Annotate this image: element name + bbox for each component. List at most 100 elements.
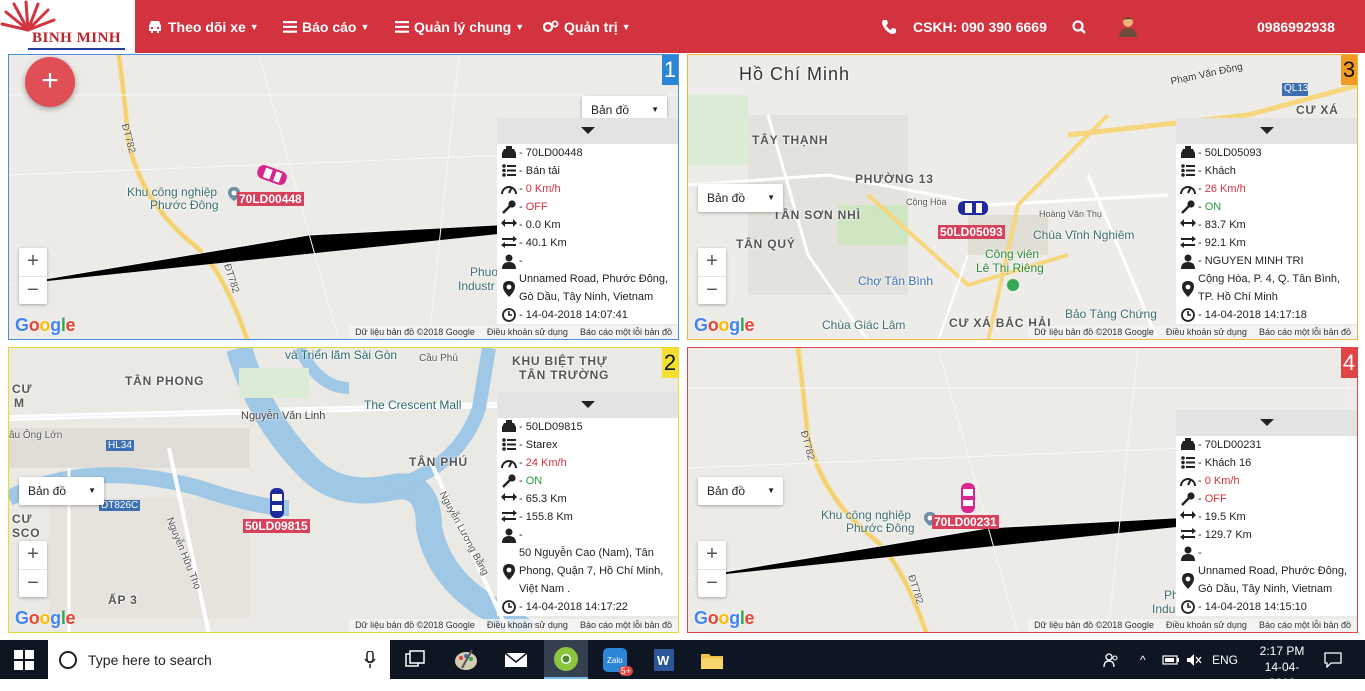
info-distance: 0.0 Km — [525, 219, 561, 231]
list-icon — [502, 438, 516, 451]
taxi-icon — [1181, 146, 1195, 158]
map-label: KHU BIỆT THỰ — [512, 354, 608, 368]
collapse-info-button[interactable] — [497, 392, 678, 418]
zoom-in-button[interactable]: + — [698, 248, 726, 276]
zoom-in-button[interactable]: + — [698, 541, 726, 569]
panel-number: 4 — [1341, 348, 1357, 378]
user-avatar[interactable] — [1118, 0, 1138, 53]
taskbar-clock[interactable]: 2:17 PM 14-04-2018 — [1252, 643, 1312, 691]
nav-quan-ly-chung[interactable]: Quản lý chung ▼ — [395, 0, 524, 53]
language-indicator[interactable]: ENG — [1212, 640, 1238, 679]
cortana-icon — [59, 650, 77, 669]
hotline[interactable]: CSKH: 090 390 6669 — [881, 0, 1047, 53]
map-label: Indu — [1152, 602, 1176, 616]
zoom-in-button[interactable]: + — [19, 248, 47, 276]
zoom-out-button[interactable]: − — [19, 276, 47, 304]
vehicle-car-icon[interactable] — [267, 486, 287, 520]
info-time: 14-04-2018 14:17:22 — [525, 601, 628, 613]
report-error-link[interactable]: Báo cáo một lỗi bản đồ — [1253, 326, 1357, 339]
vehicle-info-panel: - 50LD09815 - Starex - 24 Km/h - ON - 65… — [497, 392, 678, 616]
zoom-control: + − — [698, 248, 726, 304]
distance-arrows-icon — [501, 219, 517, 227]
map-label: Lê Thị Riêng — [976, 261, 1044, 275]
terms-link[interactable]: Điều khoản sử dụng — [1160, 619, 1253, 632]
mail-app-icon[interactable] — [502, 646, 530, 674]
caret-down-icon: ▼ — [249, 21, 259, 32]
info-row: - 155.8 Km — [497, 508, 678, 526]
zalo-app[interactable]: Zalo 5+ — [601, 646, 633, 676]
info-address: 50 Nguyễn Cao (Nam), Tân Phong, Quận 7, … — [519, 547, 664, 595]
vehicle-plate-label[interactable]: 50LD09815 — [243, 519, 310, 533]
info-odometer: 40.1 Km — [525, 237, 567, 249]
nav-bao-cao[interactable]: Báo cáo ▼ — [283, 0, 369, 53]
road-label: QL13 — [1284, 83, 1309, 94]
add-button[interactable]: + — [25, 57, 75, 107]
info-row: - — [1176, 544, 1357, 562]
info-row: - 50LD05093 — [1176, 144, 1357, 162]
vehicle-plate-label[interactable]: 50LD05093 — [938, 225, 1005, 239]
action-center-icon[interactable] — [1324, 652, 1342, 668]
collapse-info-button[interactable] — [497, 118, 678, 144]
report-error-link[interactable]: Báo cáo một lỗi bản đồ — [574, 326, 678, 339]
binh-minh-logo[interactable]: BINH MINH — [0, 0, 135, 53]
info-row: - Khách 16 — [1176, 454, 1357, 472]
task-view-icon[interactable] — [402, 646, 430, 674]
search-button[interactable] — [1072, 0, 1086, 53]
vehicle-car-icon[interactable] — [956, 198, 990, 218]
nav-quan-tri[interactable]: Quản trị ▼ — [543, 0, 631, 53]
user-avatar-icon — [1119, 16, 1137, 37]
info-speed: 0 Km/h — [1204, 475, 1240, 487]
vehicle-car-icon[interactable] — [958, 481, 978, 515]
tray-chevron[interactable]: ^ — [1140, 640, 1146, 679]
vehicle-plate-label[interactable]: 70LD00231 — [932, 515, 999, 529]
report-error-link[interactable]: Báo cáo một lỗi bản đồ — [1253, 619, 1357, 632]
caret-down-icon: ▼ — [767, 486, 775, 495]
map-panel-4[interactable]: Khu công nghiệp Phước Đông ĐT782 ĐT782 P… — [687, 347, 1358, 633]
road-label: HL34 — [106, 440, 134, 451]
clock-date: 14-04-2018 — [1264, 660, 1300, 690]
file-explorer-icon[interactable] — [698, 646, 726, 674]
report-error-link[interactable]: Báo cáo một lỗi bản đồ — [574, 619, 678, 632]
paint-app-icon[interactable] — [452, 646, 480, 674]
taskbar-search-box[interactable]: Type here to search — [48, 640, 390, 679]
zoom-out-button[interactable]: − — [698, 569, 726, 597]
terms-link[interactable]: Điều khoản sử dụng — [481, 326, 574, 339]
map-panel-1[interactable]: + Khu công nghiệp Phước Đông ĐT782 ĐT782… — [8, 54, 679, 340]
zoom-out-button[interactable]: − — [19, 569, 47, 597]
map-attribution: Dữ liệu bản đồ ©2018 Google Điều khoản s… — [349, 619, 678, 632]
language-text: ENG — [1212, 652, 1239, 667]
map-type-select[interactable]: Bản đồ ▼ — [19, 477, 104, 505]
map-panel-2[interactable]: và Triển lãm Sài Gòn KHU BIỆT THỰ TÂN TR… — [8, 347, 679, 633]
map-type-select[interactable]: Bản đồ ▼ — [698, 184, 783, 212]
windows-start-icon[interactable] — [14, 650, 34, 670]
info-row: - 26 Km/h — [1176, 180, 1357, 198]
collapse-info-button[interactable] — [1176, 118, 1357, 144]
list-icon — [502, 164, 516, 177]
zoom-control: + − — [19, 248, 47, 304]
map-panel-3[interactable]: Hồ Chí Minh TÂY THẠNH PHƯỜNG 13 TÂN SƠN … — [687, 54, 1358, 340]
volume-muted-icon[interactable] — [1186, 653, 1202, 667]
info-row: - ON — [497, 472, 678, 490]
terms-link[interactable]: Điều khoản sử dụng — [481, 619, 574, 632]
map-data-credit: Dữ liệu bản đồ ©2018 Google — [355, 620, 475, 630]
map-label: TÂN PHONG — [125, 374, 205, 388]
nav-theo-doi-xe[interactable]: Theo dõi xe ▼ — [147, 0, 259, 53]
terms-link[interactable]: Điều khoản sử dụng — [1160, 326, 1253, 339]
logo-text: BINH MINH — [27, 30, 126, 50]
taskbar-active-app[interactable] — [544, 640, 588, 679]
info-row: - 129.7 Km — [1176, 526, 1357, 544]
word-app-icon[interactable]: W — [650, 646, 678, 674]
info-speed: 0 Km/h — [525, 183, 561, 195]
account-phone[interactable]: 0986992938 — [1257, 0, 1335, 53]
list-icon — [1181, 456, 1195, 469]
road-label: âu Ông Lớn — [9, 430, 63, 441]
battery-icon[interactable] — [1162, 654, 1180, 666]
zoom-in-button[interactable]: + — [19, 541, 47, 569]
people-icon[interactable] — [1103, 652, 1119, 668]
map-label: Hồ Chí Minh — [739, 64, 851, 84]
vehicle-plate-label[interactable]: 70LD00448 — [237, 192, 304, 206]
zoom-out-button[interactable]: − — [698, 276, 726, 304]
collapse-info-button[interactable] — [1176, 410, 1357, 436]
microphone-icon[interactable] — [364, 651, 376, 669]
map-type-select[interactable]: Bản đồ ▼ — [698, 477, 783, 505]
